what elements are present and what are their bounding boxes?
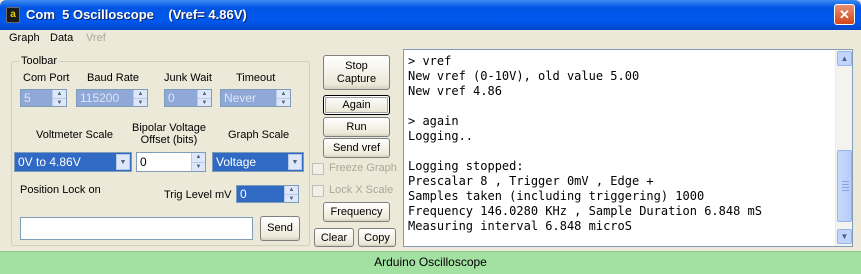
menu-data[interactable]: Data: [50, 30, 73, 46]
freeze-graph-checkbox[interactable]: [312, 163, 324, 175]
freeze-graph-label: Freeze Graph: [329, 162, 397, 174]
status-bar: Arduino Oscilloscope: [0, 251, 861, 274]
spin-down-icon[interactable]: ▼: [285, 194, 298, 202]
bipolar-offset-label: Bipolar Voltage Offset (bits): [128, 122, 210, 146]
baud-rate-spinner[interactable]: 115200 ▲ ▼: [76, 89, 148, 107]
send-command-input[interactable]: [20, 217, 253, 240]
scroll-thumb[interactable]: [837, 150, 852, 222]
window-title: Com 5 Oscilloscope (Vref= 4.86V): [26, 7, 247, 22]
run-button[interactable]: Run: [323, 117, 390, 137]
voltmeter-scale-select[interactable]: 0V to 4.86V ▼: [14, 152, 132, 172]
menu-graph[interactable]: Graph: [9, 30, 40, 46]
timeout-label: Timeout: [236, 72, 276, 84]
bipolar-offset-spinner[interactable]: 0 ▲ ▼: [136, 152, 206, 172]
graph-scale-value: Voltage: [216, 155, 257, 169]
frequency-button[interactable]: Frequency: [323, 202, 390, 222]
graph-scale-label: Graph Scale: [228, 129, 290, 141]
toolbar-legend: Toolbar: [19, 55, 60, 67]
vertical-scrollbar[interactable]: ▲ ▼: [835, 50, 852, 246]
send-button[interactable]: Send: [260, 216, 300, 241]
spin-down-icon[interactable]: ▼: [198, 98, 211, 106]
menu-vref[interactable]: Vref: [86, 30, 106, 46]
spin-down-icon[interactable]: ▼: [134, 98, 147, 106]
close-button[interactable]: ✕: [834, 4, 855, 25]
scroll-down-icon[interactable]: ▼: [837, 229, 852, 244]
junk-wait-value: 0: [168, 91, 175, 105]
spin-up-icon[interactable]: ▲: [192, 153, 205, 162]
junk-wait-spinner[interactable]: 0 ▲ ▼: [164, 89, 212, 107]
baud-rate-value: 115200: [80, 91, 120, 105]
spin-up-icon[interactable]: ▲: [198, 90, 211, 98]
graph-scale-select[interactable]: Voltage ▼: [212, 152, 304, 172]
scroll-up-icon[interactable]: ▲: [837, 51, 852, 66]
voltmeter-scale-value: 0V to 4.86V: [18, 155, 81, 169]
com-port-value: 5: [24, 91, 31, 105]
voltmeter-scale-label: Voltmeter Scale: [36, 129, 114, 141]
position-lock-label: Position Lock on: [20, 184, 101, 196]
chevron-down-icon[interactable]: ▼: [116, 154, 130, 170]
spin-up-icon[interactable]: ▲: [285, 186, 298, 194]
lock-x-scale-checkbox[interactable]: [312, 185, 324, 197]
junk-wait-label: Junk Wait: [164, 72, 212, 84]
com-port-spinner[interactable]: 5 ▲ ▼: [20, 89, 67, 107]
trig-level-spinner[interactable]: 0 ▲ ▼: [236, 185, 299, 203]
trig-level-label: Trig Level mV: [164, 189, 232, 201]
timeout-value: Never: [224, 91, 257, 105]
spin-down-icon[interactable]: ▼: [53, 98, 66, 106]
com-port-label: Com Port: [23, 72, 70, 84]
menu-bar: [0, 30, 861, 48]
bipolar-offset-value: 0: [140, 155, 147, 169]
chevron-down-icon[interactable]: ▼: [288, 154, 302, 170]
spin-up-icon[interactable]: ▲: [134, 90, 147, 98]
stop-capture-button[interactable]: Stop Capture: [323, 55, 390, 90]
send-vref-button[interactable]: Send vref: [323, 138, 390, 158]
lock-x-scale-label: Lock X Scale: [329, 184, 394, 196]
stop-capture-label-line2: Capture: [336, 73, 377, 85]
spin-down-icon[interactable]: ▼: [192, 162, 205, 171]
stop-capture-label-line1: Stop: [345, 60, 368, 72]
console-text: > vref New vref (0-10V), old value 5.00 …: [408, 54, 763, 233]
trig-level-value: 0: [240, 187, 247, 201]
spin-down-icon[interactable]: ▼: [277, 98, 290, 106]
copy-button[interactable]: Copy: [358, 228, 396, 247]
spin-up-icon[interactable]: ▲: [53, 90, 66, 98]
again-button[interactable]: Again: [323, 95, 390, 115]
spin-up-icon[interactable]: ▲: [277, 90, 290, 98]
console-output[interactable]: > vref New vref (0-10V), old value 5.00 …: [403, 49, 853, 247]
bipolar-offset-label-line2: Offset (bits): [140, 134, 198, 146]
baud-rate-label: Baud Rate: [87, 72, 139, 84]
bipolar-offset-label-line1: Bipolar Voltage: [132, 122, 206, 134]
clear-button[interactable]: Clear: [314, 228, 354, 247]
timeout-spinner[interactable]: Never ▲ ▼: [220, 89, 291, 107]
oscilloscope-app-icon[interactable]: a: [6, 7, 20, 23]
